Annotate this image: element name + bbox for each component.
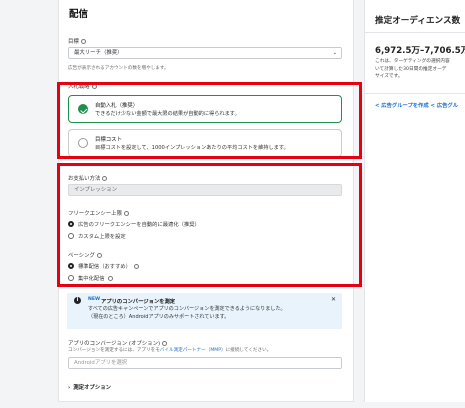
banner-title: アプリのコンバージョンを測定	[101, 299, 176, 305]
android-app-select[interactable]: Androidアプリを選択	[68, 357, 342, 369]
chevron-down-icon: ⌄	[332, 50, 337, 56]
app-conversion-banner: i NEW アプリのコンバージョンを測定 すべての広告キャンペーンでアプリのコン…	[67, 293, 342, 329]
measurement-options-toggle[interactable]: › 測定オプション	[68, 383, 111, 391]
banner-line-2: （現在のところ）Androidアプリのみサポートされています。	[88, 314, 230, 320]
banner-body: すべての広告キャンペーンでアプリのコンバージョンを測定できるようになりました。 …	[88, 305, 286, 321]
goal-help: 広告が表示されるアカウントの数を増やします。	[68, 66, 169, 71]
highlight-bid-strategy	[57, 82, 362, 159]
audience-estimate-panel: 推定オーディエンス数 6,972.5万–7,706.5万 これは、ターゲティング…	[364, 0, 465, 402]
chevron-right-icon: ›	[68, 385, 71, 391]
goal-select[interactable]: 最大リーチ（推奨） ⌄	[68, 47, 342, 59]
divider	[365, 93, 465, 94]
goal-label: 目標	[68, 37, 86, 45]
app-conversion-help: コンバージョンを測定するには、アプリをモバイル測定パートナー（MMP）に接続して…	[68, 348, 272, 353]
goal-select-value: 最大リーチ（推奨）	[74, 50, 123, 56]
info-icon	[162, 341, 168, 346]
mmp-link[interactable]: モバイル測定パートナー（MMP）	[155, 348, 225, 353]
banner-line-1: すべての広告キャンペーンでアプリのコンバージョンを測定できるようになりました。	[88, 306, 286, 312]
audience-panel-title: 推定オーディエンス数	[375, 16, 461, 26]
divider	[365, 32, 465, 33]
audience-desc: これは、ターゲティングの選択内容 いて計算した30日間の推定オーデ サイズです。	[375, 59, 450, 79]
section-title: 配信	[69, 9, 89, 20]
android-app-placeholder: Androidアプリを選択	[74, 360, 128, 366]
highlight-payment-pacing	[57, 163, 362, 287]
info-icon	[80, 39, 86, 44]
app-conversion-label: アプリのコンバージョン (オプション)	[68, 339, 168, 347]
audience-range: 6,972.5万–7,706.5万	[375, 46, 465, 56]
new-badge: NEW	[88, 297, 101, 302]
close-icon[interactable]: ✕	[331, 296, 336, 303]
page: 配信 目標 最大リーチ（推奨） ⌄ 広告が表示されるアカウントの数を増やします。…	[0, 0, 465, 408]
create-ad-group-link[interactable]: < 広告グループを作成 < 広告グル	[375, 101, 458, 109]
info-filled-icon: i	[74, 297, 81, 304]
